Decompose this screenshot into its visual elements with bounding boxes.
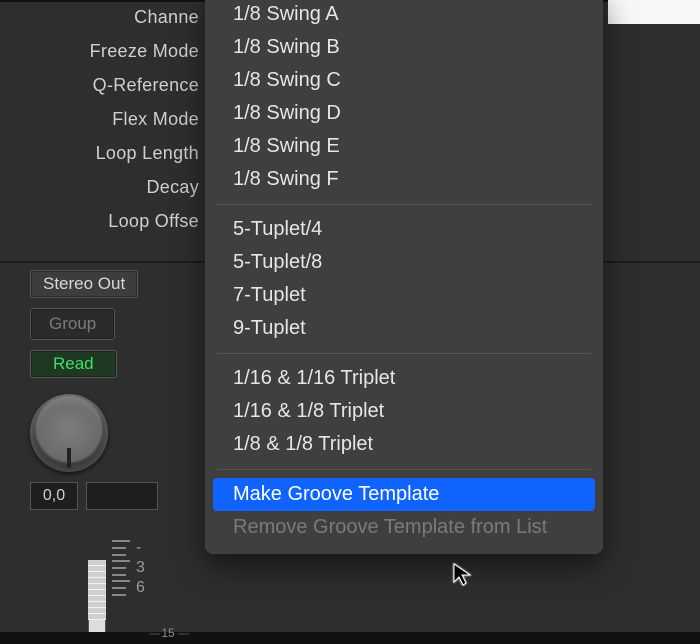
pan-value-field[interactable]: 0,0: [30, 482, 78, 510]
menu-item-remove-groove-template: Remove Groove Template from List: [205, 511, 603, 544]
channel-strip: Stereo Out Group Read 0,0: [30, 270, 200, 510]
inspector-label-q-reference: Q-Reference: [0, 68, 205, 102]
quantize-menu[interactable]: 1/8 Swing A 1/8 Swing B 1/8 Swing C 1/8 …: [205, 0, 603, 554]
menu-item-make-groove-template[interactable]: Make Groove Template: [213, 478, 595, 511]
meter-tick-label: -: [136, 539, 141, 557]
menu-separator: [217, 204, 591, 205]
inspector-panel: Channe Freeze Mode Q-Reference Flex Mode…: [0, 0, 205, 238]
cursor-icon: [452, 562, 476, 586]
automation-read-button[interactable]: Read: [30, 350, 117, 378]
pan-knob-wrap: [30, 394, 200, 472]
menu-item-7-tuplet[interactable]: 7-Tuplet: [205, 279, 603, 312]
meter-scale: - 3 6: [112, 538, 172, 598]
menu-separator: [217, 353, 591, 354]
menu-item-5-tuplet-4[interactable]: 5-Tuplet/4: [205, 213, 603, 246]
menu-item-5-tuplet-8[interactable]: 5-Tuplet/8: [205, 246, 603, 279]
fader-handle[interactable]: [88, 560, 106, 638]
menu-item-swing-e[interactable]: 1/8 Swing E: [205, 130, 603, 163]
app-window: Channe Freeze Mode Q-Reference Flex Mode…: [0, 0, 700, 644]
bottom-value: 15: [146, 626, 190, 640]
fader-meter: - 3 6: [28, 538, 178, 634]
value-field-empty[interactable]: [86, 482, 158, 510]
inspector-label-flex-mode: Flex Mode: [0, 102, 205, 136]
inspector-label-loop-offset: Loop Offse: [0, 204, 205, 238]
inspector-label-loop-length: Loop Length: [0, 136, 205, 170]
menu-item-9-tuplet[interactable]: 9-Tuplet: [205, 312, 603, 345]
inspector-label-freeze-mode: Freeze Mode: [0, 34, 205, 68]
pan-knob[interactable]: [30, 394, 108, 472]
bottom-strip: [0, 632, 700, 644]
menu-separator: [217, 469, 591, 470]
menu-item-swing-f[interactable]: 1/8 Swing F: [205, 163, 603, 196]
menu-item-swing-b[interactable]: 1/8 Swing B: [205, 31, 603, 64]
menu-item-16-16-triplet[interactable]: 1/16 & 1/16 Triplet: [205, 362, 603, 395]
right-white-strip: [608, 0, 700, 24]
menu-item-8-8-triplet[interactable]: 1/8 & 1/8 Triplet: [205, 428, 603, 461]
meter-tick-label: 6: [136, 579, 145, 597]
menu-item-swing-a[interactable]: 1/8 Swing A: [205, 0, 603, 31]
group-button[interactable]: Group: [30, 308, 115, 340]
menu-item-swing-c[interactable]: 1/8 Swing C: [205, 64, 603, 97]
inspector-label-channel: Channe: [0, 0, 205, 34]
output-button[interactable]: Stereo Out: [30, 270, 138, 298]
meter-tick-label: 3: [136, 559, 145, 577]
menu-item-swing-d[interactable]: 1/8 Swing D: [205, 97, 603, 130]
inspector-label-decay: Decay: [0, 170, 205, 204]
menu-item-16-8-triplet[interactable]: 1/16 & 1/8 Triplet: [205, 395, 603, 428]
pan-value-row: 0,0: [30, 482, 200, 510]
